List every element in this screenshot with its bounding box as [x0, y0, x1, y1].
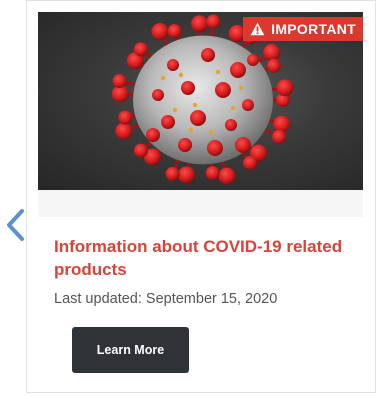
badge-label: IMPORTANT	[271, 21, 356, 37]
hero-caption-strip	[38, 190, 363, 217]
last-updated-text: Last updated: September 15, 2020	[54, 291, 278, 307]
news-card: IMPORTANT Information about COVID-19 rel…	[26, 0, 376, 393]
hero-image: IMPORTANT	[38, 12, 363, 190]
article-title[interactable]: Information about COVID-19 related produ…	[54, 235, 364, 281]
warning-icon	[250, 22, 265, 36]
learn-more-button[interactable]: Learn More	[72, 327, 189, 373]
important-badge: IMPORTANT	[243, 17, 363, 41]
